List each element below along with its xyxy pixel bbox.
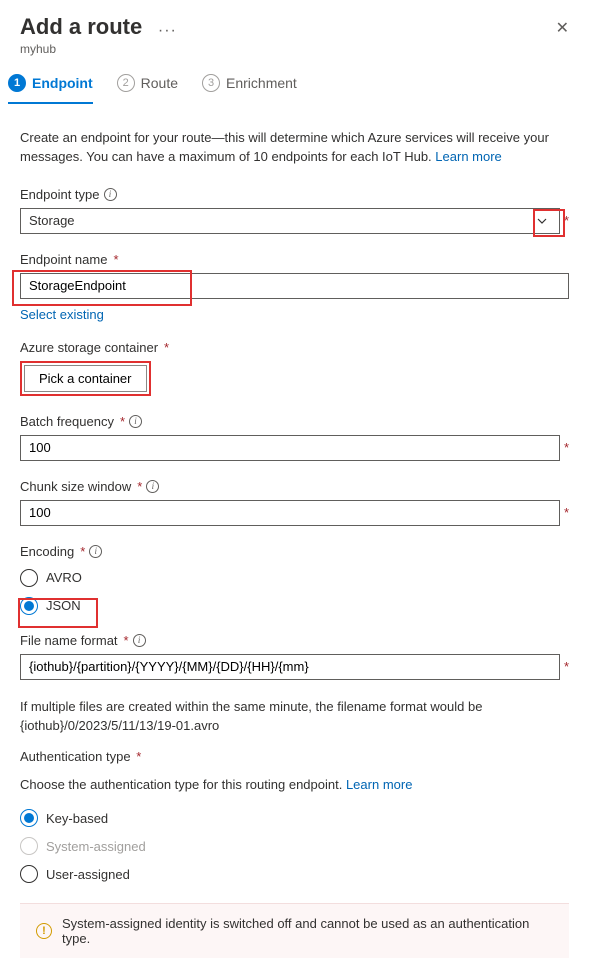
required-asterisk: *: [124, 633, 129, 648]
storage-container-label-row: Azure storage container *: [20, 340, 569, 355]
required-asterisk: *: [164, 340, 169, 355]
step-3-label: Enrichment: [226, 75, 297, 91]
radio-user-label: User-assigned: [46, 867, 130, 882]
auth-help-body: Choose the authentication type for this …: [20, 777, 346, 792]
field-encoding: Encoding * i AVRO JSON: [20, 544, 569, 615]
step-2-label: Route: [141, 75, 178, 91]
endpoint-type-select[interactable]: Storage: [20, 208, 560, 234]
step-3-circle: 3: [202, 74, 220, 92]
field-file-format: File name format * i *: [20, 633, 569, 680]
endpoint-name-input[interactable]: [20, 273, 569, 299]
required-asterisk: *: [564, 659, 569, 674]
radio-circle-selected: [20, 597, 38, 615]
batch-freq-label: Batch frequency: [20, 414, 114, 429]
encoding-label-row: Encoding * i: [20, 544, 569, 559]
radio-key-based[interactable]: Key-based: [20, 809, 569, 827]
stepper: 1 Endpoint 2 Route 3 Enrichment: [0, 62, 589, 105]
info-icon[interactable]: i: [146, 480, 159, 493]
step-1-circle: 1: [8, 74, 26, 92]
file-format-input[interactable]: [20, 654, 560, 680]
file-format-label-row: File name format * i: [20, 633, 569, 648]
step-route[interactable]: 2 Route: [117, 74, 178, 104]
field-endpoint-name: Endpoint name * Select existing: [20, 252, 569, 322]
radio-system-assigned: System-assigned: [20, 837, 569, 855]
highlight-pick-container: Pick a container: [20, 361, 151, 396]
batch-freq-input[interactable]: [20, 435, 560, 461]
required-asterisk: *: [80, 544, 85, 559]
page-title: Add a route: [20, 14, 142, 40]
radio-circle: [20, 865, 38, 883]
info-icon[interactable]: i: [89, 545, 102, 558]
hub-subtitle: myhub: [20, 42, 569, 56]
radio-circle-selected: [20, 809, 38, 827]
encoding-label: Encoding: [20, 544, 74, 559]
select-existing-link[interactable]: Select existing: [20, 307, 104, 322]
endpoint-type-label-row: Endpoint type i: [20, 187, 569, 202]
auth-learn-more-link[interactable]: Learn more: [346, 777, 412, 792]
field-storage-container: Azure storage container * Pick a contain…: [20, 340, 569, 396]
pick-container-button[interactable]: Pick a container: [24, 365, 147, 392]
chunk-size-label-row: Chunk size window * i: [20, 479, 569, 494]
radio-circle-disabled: [20, 837, 38, 855]
info-icon[interactable]: i: [129, 415, 142, 428]
radio-system-label: System-assigned: [46, 839, 146, 854]
endpoint-type-value: Storage: [29, 213, 75, 228]
field-chunk-size: Chunk size window * i *: [20, 479, 569, 526]
radio-json-label: JSON: [46, 598, 81, 613]
info-icon[interactable]: i: [104, 188, 117, 201]
step-2-circle: 2: [117, 74, 135, 92]
step-1-label: Endpoint: [32, 75, 93, 91]
more-icon[interactable]: ···: [158, 22, 177, 40]
required-asterisk: *: [564, 440, 569, 455]
required-asterisk: *: [137, 479, 142, 494]
auth-help-text: Choose the authentication type for this …: [20, 776, 569, 795]
auth-radio-group: Key-based System-assigned User-assigned: [20, 809, 569, 883]
panel-header: Add a route ··· ✕ myhub: [0, 0, 589, 62]
required-asterisk: *: [564, 213, 569, 228]
radio-key-label: Key-based: [46, 811, 108, 826]
step-endpoint[interactable]: 1 Endpoint: [8, 74, 93, 104]
required-asterisk: *: [564, 505, 569, 520]
endpoint-type-label: Endpoint type: [20, 187, 100, 202]
auth-type-label: Authentication type: [20, 749, 131, 764]
required-asterisk: *: [113, 252, 118, 267]
file-format-help: If multiple files are created within the…: [0, 698, 569, 736]
field-endpoint-type: Endpoint type i Storage *: [20, 187, 569, 234]
radio-json[interactable]: JSON: [20, 597, 569, 615]
warning-icon: !: [36, 923, 52, 939]
warning-banner: ! System-assigned identity is switched o…: [20, 903, 569, 958]
chevron-down-icon: [533, 212, 551, 230]
radio-circle: [20, 569, 38, 587]
radio-avro[interactable]: AVRO: [20, 569, 569, 587]
info-icon[interactable]: i: [133, 634, 146, 647]
step-enrichment[interactable]: 3 Enrichment: [202, 74, 297, 104]
field-batch-frequency: Batch frequency * i *: [20, 414, 569, 461]
file-format-label: File name format: [20, 633, 118, 648]
batch-freq-label-row: Batch frequency * i: [20, 414, 569, 429]
intro-learn-more-link[interactable]: Learn more: [435, 149, 501, 164]
required-asterisk: *: [136, 749, 141, 764]
intro-text: Create an endpoint for your route—this w…: [20, 129, 569, 167]
warning-text: System-assigned identity is switched off…: [62, 916, 553, 946]
close-icon[interactable]: ✕: [556, 18, 569, 38]
storage-container-label: Azure storage container: [20, 340, 158, 355]
chunk-size-input[interactable]: [20, 500, 560, 526]
radio-user-assigned[interactable]: User-assigned: [20, 865, 569, 883]
endpoint-name-label: Endpoint name: [20, 252, 107, 267]
auth-type-label-row: Authentication type *: [20, 749, 569, 764]
endpoint-name-label-row: Endpoint name *: [20, 252, 569, 267]
content-area: Create an endpoint for your route—this w…: [0, 105, 589, 903]
radio-avro-label: AVRO: [46, 570, 82, 585]
required-asterisk: *: [120, 414, 125, 429]
chunk-size-label: Chunk size window: [20, 479, 131, 494]
